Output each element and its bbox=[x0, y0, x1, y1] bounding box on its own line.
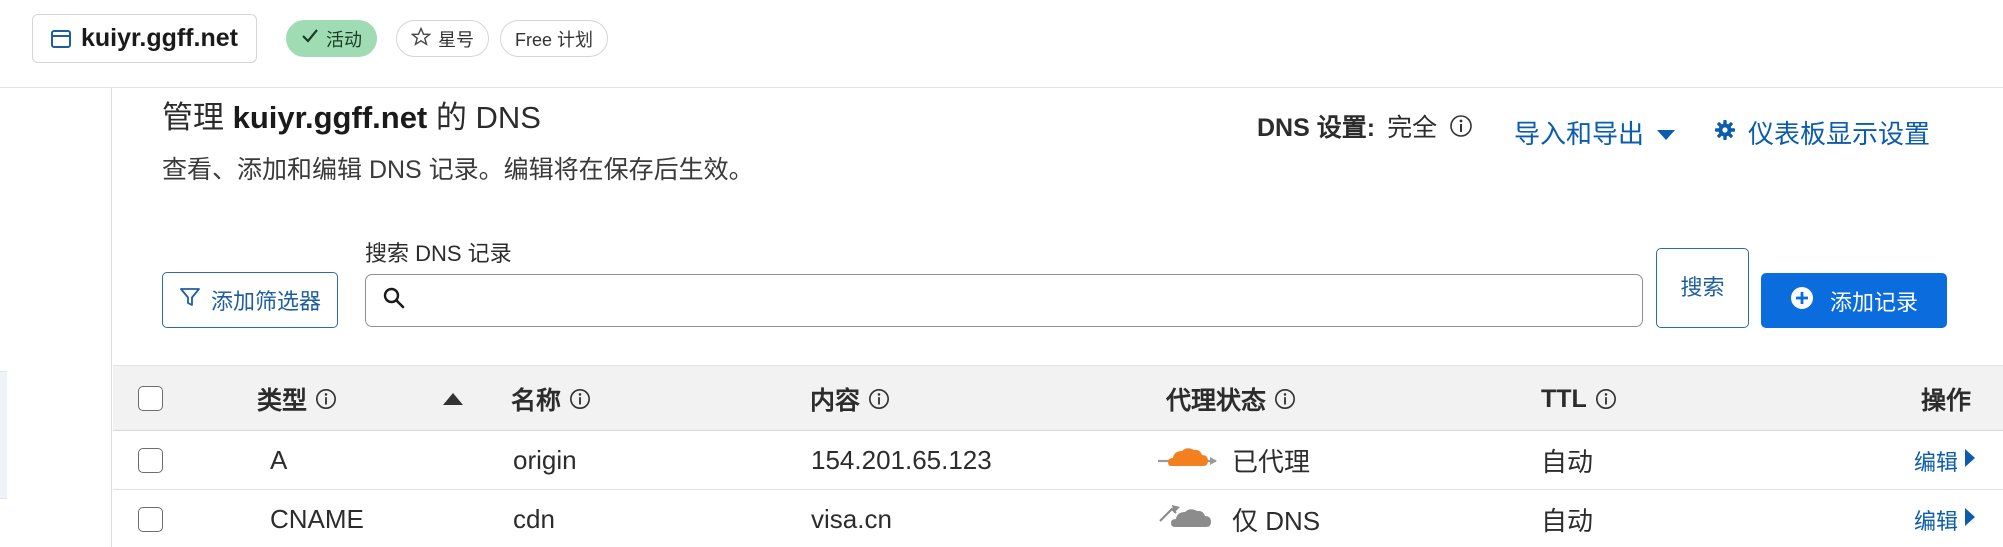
record-name: origin bbox=[513, 445, 577, 475]
search-input[interactable] bbox=[406, 275, 1642, 326]
column-type-label: 类型 bbox=[257, 387, 308, 415]
page-title-suffix: 的 DNS bbox=[435, 100, 541, 135]
record-content: visa.cn bbox=[811, 504, 892, 534]
proxy-status-label: 仅 DNS bbox=[1232, 506, 1321, 536]
search-field[interactable] bbox=[365, 274, 1643, 327]
caret-right-icon bbox=[1964, 507, 1976, 533]
column-content-label: 内容 bbox=[810, 387, 861, 415]
column-header-actions: 操作 bbox=[1921, 366, 1971, 432]
add-record-label: 添加记录 bbox=[1829, 289, 1918, 315]
dns-table-header: 类型 名称 内容 代理状态 TTL 操作 bbox=[113, 365, 2003, 431]
info-icon[interactable] bbox=[1274, 388, 1296, 410]
dns-setting-value: 完全 bbox=[1387, 114, 1438, 142]
sort-ascending-icon[interactable] bbox=[442, 366, 464, 432]
record-type: CNAME bbox=[270, 504, 364, 534]
record-type: A bbox=[270, 445, 288, 475]
sidebar-active-indicator bbox=[0, 371, 7, 499]
status-badge-label: 活动 bbox=[326, 29, 362, 50]
import-export-label: 导入和导出 bbox=[1514, 119, 1645, 149]
dashboard-display-settings-link[interactable]: 仪表板显示设置 bbox=[1714, 114, 1930, 151]
gear-icon bbox=[1714, 117, 1736, 148]
orange-cloud-icon bbox=[1158, 442, 1218, 479]
table-row[interactable]: A origin 154.201.65.123 已代理 自动 编辑 bbox=[113, 431, 2003, 490]
edit-record-link[interactable]: 编辑 bbox=[1914, 431, 1976, 490]
browser-window-icon bbox=[51, 29, 71, 48]
column-header-proxy-status[interactable]: 代理状态 bbox=[1166, 366, 1296, 432]
check-icon bbox=[301, 28, 319, 49]
search-button-label: 搜索 bbox=[1680, 275, 1725, 300]
proxy-status: 仅 DNS bbox=[1158, 490, 1320, 547]
zone-name: kuiyr.ggff.net bbox=[81, 24, 238, 52]
column-actions-label: 操作 bbox=[1921, 387, 1972, 415]
dns-main-panel: 管理 kuiyr.ggff.net 的 DNS 查看、添加和编辑 DNS 记录。… bbox=[113, 88, 2003, 547]
plan-badge-label: Free 计划 bbox=[515, 29, 594, 50]
column-name-label: 名称 bbox=[511, 387, 562, 415]
edit-label: 编辑 bbox=[1914, 449, 1959, 475]
zone-selector[interactable]: kuiyr.ggff.net bbox=[32, 14, 257, 63]
row-checkbox[interactable] bbox=[138, 507, 163, 532]
info-icon[interactable] bbox=[315, 388, 337, 410]
record-ttl: 自动 bbox=[1541, 447, 1594, 477]
info-icon[interactable] bbox=[569, 388, 591, 410]
record-ttl: 自动 bbox=[1541, 506, 1594, 536]
dashboard-settings-label: 仪表板显示设置 bbox=[1748, 119, 1931, 149]
edit-record-link[interactable]: 编辑 bbox=[1914, 490, 1976, 547]
dns-setting-label: DNS 设置: bbox=[1257, 114, 1376, 142]
dns-setting: DNS 设置: 完全 bbox=[1257, 108, 1473, 144]
column-proxy-label: 代理状态 bbox=[1166, 387, 1267, 415]
zone-header: kuiyr.ggff.net 活动 星号 Free 计划 bbox=[0, 0, 2003, 88]
info-icon[interactable] bbox=[1595, 388, 1617, 410]
grey-cloud-icon bbox=[1158, 501, 1218, 538]
star-icon bbox=[410, 26, 432, 51]
column-header-name[interactable]: 名称 bbox=[511, 366, 591, 432]
filter-icon bbox=[179, 286, 201, 314]
page-title-prefix: 管理 bbox=[162, 100, 224, 135]
record-name: cdn bbox=[513, 504, 555, 534]
search-button[interactable]: 搜索 bbox=[1656, 248, 1749, 328]
proxy-status: 已代理 bbox=[1158, 431, 1310, 490]
page-subtitle: 查看、添加和编辑 DNS 记录。编辑将在保存后生效。 bbox=[162, 156, 754, 184]
caret-right-icon bbox=[1964, 448, 1976, 474]
plan-badge[interactable]: Free 计划 bbox=[500, 20, 609, 57]
add-filter-button[interactable]: 添加筛选器 bbox=[162, 272, 338, 328]
column-header-content[interactable]: 内容 bbox=[810, 366, 890, 432]
edit-label: 编辑 bbox=[1914, 508, 1959, 534]
table-row[interactable]: CNAME cdn visa.cn 仅 DNS 自动 编辑 bbox=[113, 490, 2003, 547]
info-icon[interactable] bbox=[868, 388, 890, 410]
record-content: 154.201.65.123 bbox=[811, 445, 992, 475]
plus-circle-icon bbox=[1790, 286, 1814, 316]
search-label: 搜索 DNS 记录 bbox=[365, 241, 512, 266]
info-icon[interactable] bbox=[1449, 114, 1473, 138]
import-export-dropdown[interactable]: 导入和导出 bbox=[1514, 114, 1676, 151]
page-title-zone: kuiyr.ggff.net bbox=[232, 100, 428, 135]
left-sidebar bbox=[0, 88, 112, 547]
row-checkbox[interactable] bbox=[138, 448, 163, 473]
column-ttl-label: TTL bbox=[1541, 384, 1587, 413]
select-all-checkbox[interactable] bbox=[138, 386, 163, 411]
star-badge-label: 星号 bbox=[438, 29, 474, 50]
caret-down-icon bbox=[1656, 117, 1676, 148]
search-icon bbox=[382, 286, 406, 315]
proxy-status-label: 已代理 bbox=[1232, 447, 1311, 477]
column-header-ttl[interactable]: TTL bbox=[1541, 366, 1617, 432]
add-record-button[interactable]: 添加记录 bbox=[1761, 273, 1947, 328]
status-badge-active: 活动 bbox=[286, 20, 377, 57]
star-badge[interactable]: 星号 bbox=[396, 20, 489, 57]
add-filter-label: 添加筛选器 bbox=[210, 289, 321, 314]
page-title: 管理 kuiyr.ggff.net 的 DNS bbox=[162, 92, 541, 137]
column-header-type[interactable]: 类型 bbox=[257, 366, 337, 432]
